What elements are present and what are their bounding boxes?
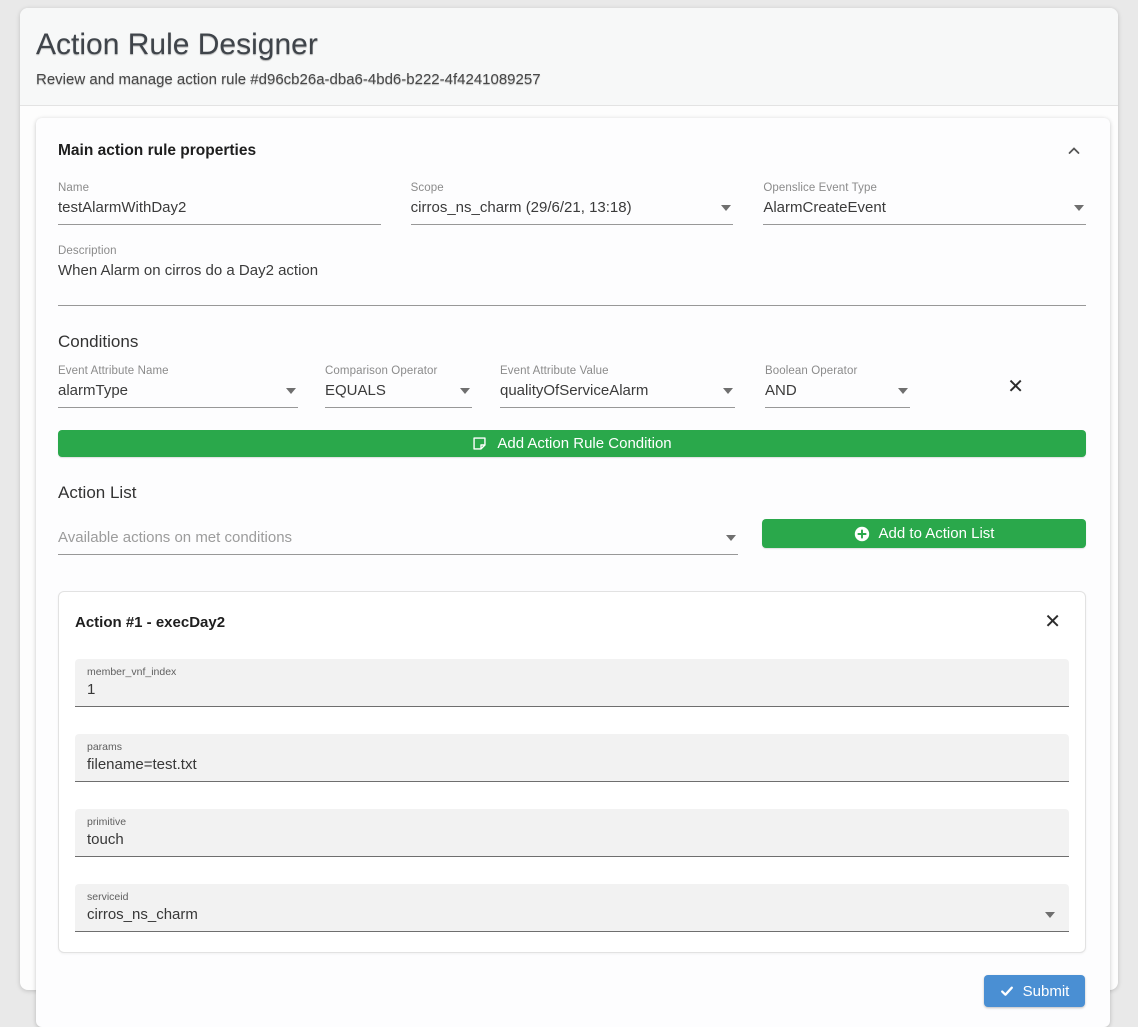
name-value: testAlarmWithDay2 xyxy=(58,199,381,216)
params-value: filename=test.txt xyxy=(87,756,1057,773)
page-subtitle: Review and manage action rule #d96cb26a-… xyxy=(36,71,1102,88)
params-label: params xyxy=(87,741,1057,753)
sticky-note-icon xyxy=(472,436,487,451)
check-icon xyxy=(1000,984,1014,998)
caret-down-icon xyxy=(286,388,296,394)
plus-circle-icon xyxy=(854,526,870,542)
condition-row: Event Attribute Name alarmType Compariso… xyxy=(58,365,1086,408)
page-header: Action Rule Designer Review and manage a… xyxy=(20,8,1118,106)
event-attribute-name-label: Event Attribute Name xyxy=(58,365,298,377)
collapse-panel-button[interactable] xyxy=(1066,143,1082,159)
event-attribute-value-select[interactable]: Event Attribute Value qualityOfServiceAl… xyxy=(500,365,735,408)
action-item-title: Action #1 - execDay2 xyxy=(75,614,225,631)
action-item-card: Action #1 - execDay2 ✕ member_vnf_index … xyxy=(58,591,1086,953)
remove-condition-button[interactable]: ✕ xyxy=(1007,377,1024,397)
description-input[interactable]: Description When Alarm on cirros do a Da… xyxy=(58,245,1086,306)
conditions-heading: Conditions xyxy=(58,332,1086,352)
boolean-operator-select[interactable]: Boolean Operator AND xyxy=(765,365,910,408)
page-title: Action Rule Designer xyxy=(36,28,1102,62)
add-condition-label: Add Action Rule Condition xyxy=(497,435,671,452)
serviceid-select[interactable]: serviceid cirros_ns_charm xyxy=(75,884,1069,932)
member-vnf-index-field[interactable]: member_vnf_index 1 xyxy=(75,659,1069,707)
name-label: Name xyxy=(58,182,381,194)
action-list-heading: Action List xyxy=(58,483,1086,503)
boolean-operator-value: AND xyxy=(765,382,890,399)
submit-button[interactable]: Submit xyxy=(984,975,1085,1007)
primitive-value: touch xyxy=(87,831,1057,848)
chevron-up-icon xyxy=(1066,143,1082,159)
main-card-title: Main action rule properties xyxy=(58,142,256,160)
comparison-operator-select[interactable]: Comparison Operator EQUALS xyxy=(325,365,472,408)
event-attribute-name-select[interactable]: Event Attribute Name alarmType xyxy=(58,365,298,408)
content-panel: Action Rule Designer Review and manage a… xyxy=(20,8,1118,990)
available-actions-placeholder: Available actions on met conditions xyxy=(58,529,718,546)
event-type-value: AlarmCreateEvent xyxy=(763,199,1066,216)
remove-action-button[interactable]: ✕ xyxy=(1044,612,1061,632)
main-rule-card: Main action rule properties Name testAla… xyxy=(36,118,1110,1027)
caret-down-icon xyxy=(1074,205,1084,211)
member-vnf-index-value: 1 xyxy=(87,681,1057,698)
add-to-action-list-button[interactable]: Add to Action List xyxy=(762,519,1086,548)
member-vnf-index-label: member_vnf_index xyxy=(87,666,1057,678)
scope-value: cirros_ns_charm (29/6/21, 13:18) xyxy=(411,199,714,216)
event-attribute-value-label: Event Attribute Value xyxy=(500,365,735,377)
available-actions-select[interactable]: Available actions on met conditions xyxy=(58,515,738,555)
caret-down-icon xyxy=(898,388,908,394)
description-value: When Alarm on cirros do a Day2 action xyxy=(58,262,1086,279)
comparison-operator-label: Comparison Operator xyxy=(325,365,472,377)
scope-select[interactable]: Scope cirros_ns_charm (29/6/21, 13:18) xyxy=(411,182,734,225)
name-input[interactable]: Name testAlarmWithDay2 xyxy=(58,182,381,225)
serviceid-value: cirros_ns_charm xyxy=(87,906,1037,923)
close-icon: ✕ xyxy=(1007,376,1024,398)
scope-label: Scope xyxy=(411,182,734,194)
serviceid-label: serviceid xyxy=(87,891,1057,903)
event-type-select[interactable]: Openslice Event Type AlarmCreateEvent xyxy=(763,182,1086,225)
boolean-operator-label: Boolean Operator xyxy=(765,365,910,377)
add-to-action-list-label: Add to Action List xyxy=(879,525,995,542)
close-icon: ✕ xyxy=(1044,611,1061,633)
comparison-operator-value: EQUALS xyxy=(325,382,452,399)
primitive-field[interactable]: primitive touch xyxy=(75,809,1069,857)
add-condition-button[interactable]: Add Action Rule Condition xyxy=(58,430,1086,457)
event-attribute-name-value: alarmType xyxy=(58,382,278,399)
caret-down-icon xyxy=(460,388,470,394)
submit-label: Submit xyxy=(1023,983,1070,1000)
event-type-label: Openslice Event Type xyxy=(763,182,1086,194)
caret-down-icon xyxy=(726,535,736,541)
caret-down-icon xyxy=(1045,912,1055,918)
primitive-label: primitive xyxy=(87,816,1057,828)
caret-down-icon xyxy=(723,388,733,394)
params-field[interactable]: params filename=test.txt xyxy=(75,734,1069,782)
event-attribute-value-value: qualityOfServiceAlarm xyxy=(500,382,715,399)
description-label: Description xyxy=(58,245,1086,257)
caret-down-icon xyxy=(721,205,731,211)
